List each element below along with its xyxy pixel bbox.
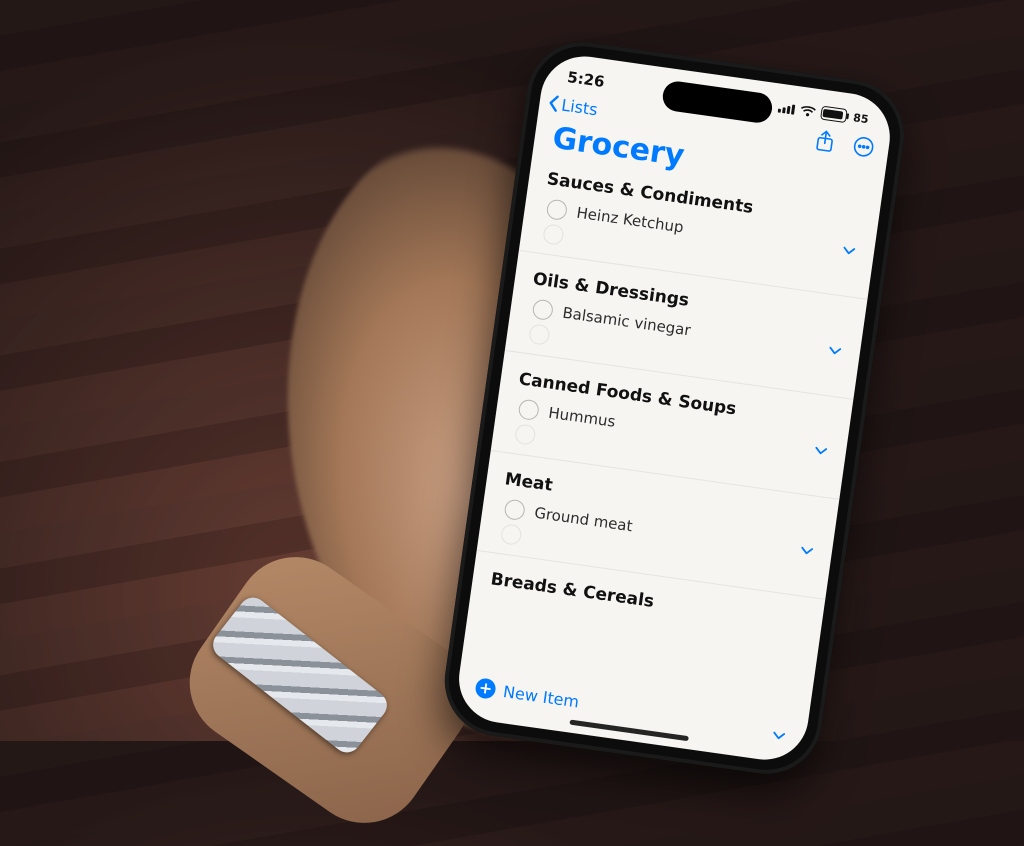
checkbox-circle-icon[interactable]	[542, 223, 565, 246]
section-header-label: Meat	[504, 469, 554, 495]
chevron-down-icon	[841, 245, 856, 257]
chevron-down-icon	[827, 345, 842, 357]
chevron-down-icon	[799, 545, 814, 557]
checkbox-circle-icon[interactable]	[500, 523, 523, 546]
item-label: Hummus	[547, 404, 616, 431]
checkbox-circle-icon[interactable]	[528, 323, 551, 346]
status-icons: 85	[777, 100, 869, 127]
status-time: 5:26	[566, 68, 605, 91]
chevron-down-icon	[813, 445, 828, 457]
checkbox-circle-icon[interactable]	[503, 499, 526, 522]
disclosure-button[interactable]	[813, 440, 830, 461]
disclosure-button[interactable]	[771, 725, 788, 746]
disclosure-button[interactable]	[827, 340, 844, 361]
disclosure-button[interactable]	[799, 540, 816, 561]
share-icon[interactable]	[814, 129, 837, 154]
wifi-icon	[799, 104, 816, 117]
screen: 5:26 85 Lists Grocery	[453, 51, 895, 765]
plus-circle-icon: +	[474, 677, 497, 700]
checkbox-circle-icon[interactable]	[546, 198, 569, 221]
cellular-icon	[777, 101, 795, 114]
new-item-label: New Item	[502, 682, 580, 711]
more-icon[interactable]	[851, 134, 876, 159]
disclosure-button[interactable]	[841, 240, 858, 261]
reminders-list[interactable]: Sauces & Condiments Heinz Ketchup Oil	[461, 161, 880, 714]
battery-icon	[820, 106, 848, 123]
checkbox-circle-icon[interactable]	[517, 398, 540, 421]
battery-percent: 85	[852, 111, 869, 126]
section-header-label: Breads & Cereals	[489, 569, 655, 612]
chevron-down-icon	[771, 730, 786, 742]
back-button[interactable]: Lists	[546, 93, 598, 119]
checkbox-circle-icon[interactable]	[532, 298, 555, 321]
chevron-left-icon	[546, 94, 560, 113]
checkbox-circle-icon[interactable]	[514, 423, 537, 446]
back-label: Lists	[560, 95, 599, 119]
